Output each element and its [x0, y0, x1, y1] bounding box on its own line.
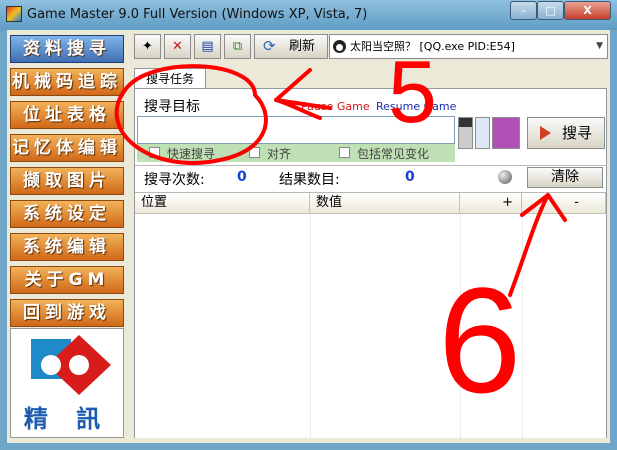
search-target-input[interactable] — [137, 116, 455, 144]
align-label: 对齐 — [267, 147, 292, 161]
new-icon[interactable]: ✦ — [134, 34, 161, 59]
copy-icon[interactable]: ⧉ — [224, 34, 251, 59]
cancel-icon[interactable]: ✕ — [164, 34, 191, 59]
column-divider — [460, 214, 461, 438]
maximize-button[interactable]: □ — [537, 1, 564, 20]
book-icon[interactable] — [492, 117, 520, 149]
app-window: Game Master 9.0 Full Version (Windows XP… — [0, 0, 617, 450]
fast-search-checkbox[interactable] — [149, 147, 160, 158]
results-table[interactable]: 位置 数值 + - — [135, 192, 606, 438]
sidebar-item-address-table[interactable]: 位址表格 — [10, 101, 124, 129]
sidebar-item-about[interactable]: 关于GM — [10, 266, 124, 294]
column-divider — [310, 214, 311, 438]
document-icon[interactable]: ▤ — [194, 34, 221, 59]
divider — [135, 165, 606, 166]
minimize-button[interactable]: – — [510, 1, 537, 20]
logo-text: 精 訊 — [23, 405, 111, 433]
search-options: 快速搜寻 对齐 包括常见变化 — [137, 144, 455, 162]
clear-button[interactable]: 清除 — [527, 167, 603, 188]
sidebar-item-return-game[interactable]: 回到游戏 — [10, 299, 124, 327]
column-header-plus[interactable]: + — [460, 193, 522, 214]
sidebar-item-code-trace[interactable]: 机械码追踪 — [10, 68, 124, 96]
qq-icon — [333, 40, 346, 53]
client-area: 资料搜寻 机械码追踪 位址表格 记忆体编辑 撷取图片 系统设定 系统编辑 关于G… — [7, 30, 610, 443]
sidebar: 资料搜寻 机械码追踪 位址表格 记忆体编辑 撷取图片 系统设定 系统编辑 关于G… — [7, 30, 127, 443]
logo-icon — [31, 335, 111, 395]
wand-icon[interactable] — [475, 117, 490, 149]
play-icon — [540, 126, 551, 140]
column-header-value[interactable]: 数值 — [310, 193, 460, 214]
sidebar-item-system-settings[interactable]: 系统设定 — [10, 200, 124, 228]
title-bar[interactable]: Game Master 9.0 Full Version (Windows XP… — [0, 0, 617, 30]
pause-game-link[interactable]: Pause Game — [301, 100, 370, 113]
window-title: Game Master 9.0 Full Version (Windows XP… — [27, 7, 368, 22]
align-checkbox[interactable] — [249, 147, 260, 158]
common-changes-label: 包括常见变化 — [357, 147, 430, 161]
resume-game-link[interactable]: Resume Game — [376, 100, 456, 113]
close-button[interactable]: X — [564, 1, 611, 20]
app-icon — [6, 6, 22, 22]
publisher-logo: 精 訊 — [10, 328, 124, 438]
refresh-button[interactable]: ⟳ 刷新 — [254, 34, 328, 59]
column-divider — [522, 214, 523, 438]
sidebar-item-system-edit[interactable]: 系统编辑 — [10, 233, 124, 261]
process-select[interactable]: 太阳当空照？ [QQ.exe PID:E54] ▼ — [329, 34, 608, 59]
search-task-panel: 搜寻目标 Pause Game Resume Game 快速搜寻 对齐 包括常见… — [134, 88, 607, 438]
common-changes-checkbox[interactable] — [339, 147, 350, 158]
sidebar-item-capture-image[interactable]: 撷取图片 — [10, 167, 124, 195]
chevron-down-icon: ▼ — [596, 41, 603, 51]
sidebar-item-data-search[interactable]: 资料搜寻 — [10, 35, 124, 63]
tab-search-task[interactable]: 搜寻任务 — [134, 68, 206, 89]
column-header-address[interactable]: 位置 — [135, 193, 310, 214]
result-count-label: 结果数目: — [279, 172, 340, 188]
main-panel: ✦ ✕ ▤ ⧉ ⟳ 刷新 太阳当空照？ [QQ.exe PID:E54] ▼ 搜… — [131, 30, 610, 443]
search-button[interactable]: 搜寻 — [527, 117, 605, 149]
status-indicator-icon — [498, 170, 512, 184]
column-header-minus[interactable]: - — [522, 193, 606, 214]
search-target-label: 搜寻目标 — [144, 99, 200, 115]
process-label: 太阳当空照？ [QQ.exe PID:E54] — [350, 40, 515, 53]
sidebar-item-memory-editor[interactable]: 记忆体编辑 — [10, 134, 124, 162]
search-button-label: 搜寻 — [562, 124, 593, 142]
search-count-label: 搜寻次数: — [144, 172, 205, 188]
refresh-icon: ⟳ — [263, 37, 276, 55]
keyboard-icon[interactable] — [458, 117, 473, 149]
fast-search-label: 快速搜寻 — [167, 147, 216, 161]
result-count-value: 0 — [405, 169, 415, 185]
refresh-label: 刷新 — [289, 39, 316, 54]
search-count-value: 0 — [237, 169, 247, 185]
